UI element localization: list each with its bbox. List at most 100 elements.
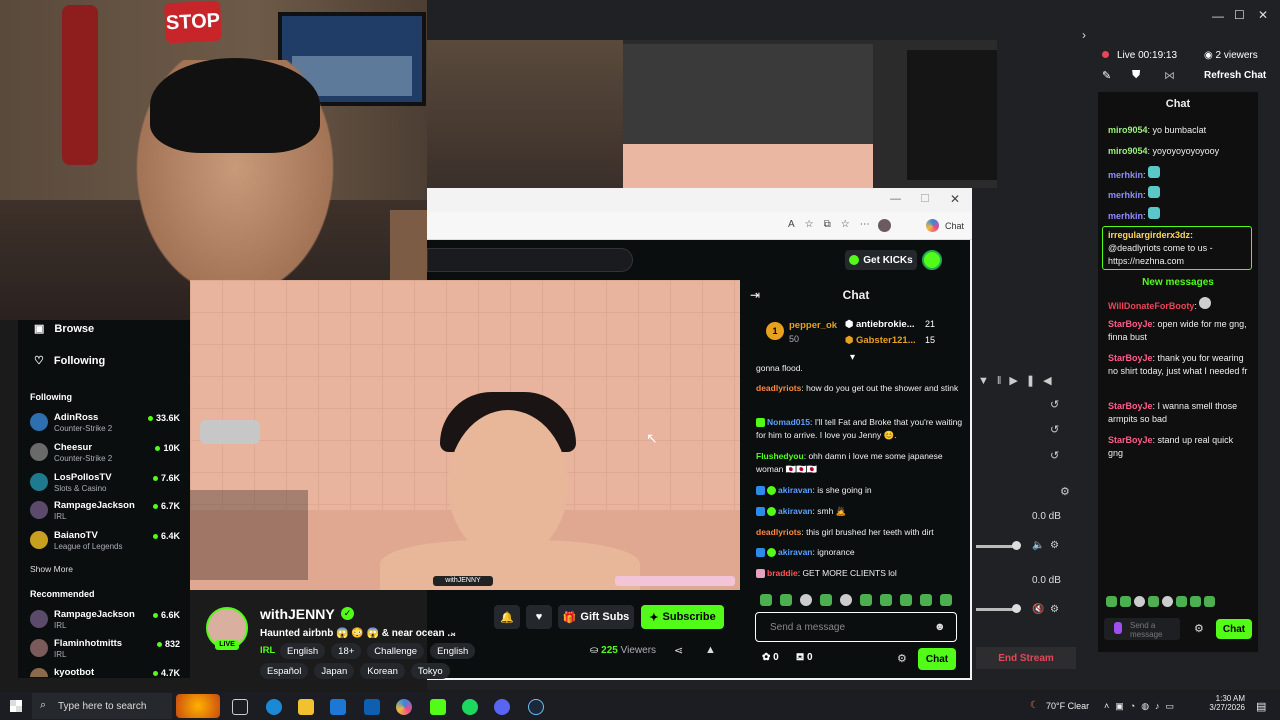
discord-icon[interactable] bbox=[494, 699, 510, 715]
channel-row[interactable]: kyootbot 4.7K bbox=[30, 665, 190, 677]
copilot-icon[interactable] bbox=[926, 219, 939, 232]
mute-icon[interactable]: 🔇 bbox=[1032, 604, 1044, 615]
gift-subs-button[interactable]: 🎁 Gift Subs bbox=[558, 605, 634, 629]
minimize-icon[interactable]: — bbox=[1212, 9, 1224, 23]
tag[interactable]: English bbox=[280, 643, 326, 659]
minimize-icon[interactable]: — bbox=[890, 193, 901, 205]
show-more-link[interactable]: Show More bbox=[30, 564, 73, 574]
users-icon[interactable]: ⛊ bbox=[1132, 69, 1140, 82]
chevron-right-icon[interactable]: › bbox=[1082, 28, 1086, 42]
maximize-icon[interactable]: ☐ bbox=[1234, 8, 1245, 22]
volume-knob[interactable] bbox=[1012, 604, 1021, 613]
gear-icon[interactable]: ⚙ bbox=[1060, 485, 1070, 498]
volume-knob[interactable] bbox=[1012, 541, 1021, 550]
file-explorer-icon[interactable] bbox=[298, 699, 314, 715]
channel-row[interactable]: LosPollosTV Slots & Casino 7.6K bbox=[30, 470, 190, 496]
weather-text[interactable]: 70°F Clear bbox=[1046, 701, 1089, 711]
search-highlight-icon[interactable] bbox=[176, 694, 220, 718]
tray-icons[interactable]: ˄▣◔◍♪▭ bbox=[1104, 701, 1180, 712]
video-progress-bar bbox=[615, 576, 735, 586]
pencil-icon[interactable]: ✎ bbox=[1102, 69, 1111, 82]
avatar bbox=[30, 639, 48, 657]
viewers-label: 2 viewers bbox=[1215, 50, 1258, 61]
store-icon[interactable] bbox=[330, 699, 346, 715]
close-icon[interactable]: ✕ bbox=[1258, 8, 1268, 22]
leaderboard-user[interactable]: ⬢ Gabster121... bbox=[845, 335, 916, 346]
refresh-icon[interactable]: ↺ bbox=[1050, 398, 1059, 411]
chat-send-button[interactable]: Chat bbox=[918, 648, 956, 670]
obs-msg: WillDonateForBooty: bbox=[1108, 297, 1219, 313]
channel-row[interactable]: RampageJackson IRL 6.7K bbox=[30, 498, 190, 524]
gear-icon[interactable]: ⚙ bbox=[1050, 604, 1059, 615]
channel-row[interactable]: RampageJackson IRL 6.6K bbox=[30, 607, 190, 633]
tag[interactable]: Challenge bbox=[367, 643, 425, 659]
share-icon[interactable]: ⋖ bbox=[674, 644, 683, 657]
obs-emote-bar[interactable] bbox=[1106, 596, 1250, 608]
steam-icon[interactable] bbox=[528, 699, 544, 715]
tag[interactable]: Tokyo bbox=[410, 663, 450, 679]
user-avatar[interactable] bbox=[922, 250, 942, 270]
refresh-icon[interactable]: ↺ bbox=[1050, 449, 1059, 462]
chat-message: deadlyriots: how do you get out the show… bbox=[756, 383, 959, 393]
chevron-down-icon[interactable]: ⌄ bbox=[449, 627, 457, 638]
get-kicks-button[interactable]: Get KICKs bbox=[845, 250, 917, 270]
tag[interactable]: Japan bbox=[314, 663, 355, 679]
taskbar-search-placeholder: Type here to search bbox=[58, 701, 147, 712]
clock[interactable]: 1:30 AM 3/27/2026 bbox=[1205, 694, 1245, 712]
emote-icon bbox=[1148, 207, 1161, 219]
emote-bar[interactable] bbox=[760, 594, 960, 606]
live-badge: LIVE bbox=[215, 640, 239, 650]
gear-icon[interactable]: ⚙ bbox=[1194, 622, 1204, 635]
category-link[interactable]: IRL bbox=[260, 645, 275, 656]
windows-start-icon[interactable] bbox=[10, 700, 22, 712]
refresh-icon[interactable]: ↺ bbox=[1050, 423, 1059, 436]
streamer-name[interactable]: withJENNY bbox=[260, 606, 335, 622]
channel-row[interactable]: AdinRoss Counter-Strike 2 33.6K bbox=[30, 410, 190, 436]
spotify-icon[interactable] bbox=[462, 699, 478, 715]
kick-app-icon[interactable] bbox=[430, 699, 446, 715]
profile-avatar[interactable] bbox=[878, 219, 891, 232]
sub-badge-icon bbox=[756, 486, 765, 496]
chat-message: braddie: GET MORE CLIENTS lol bbox=[756, 567, 964, 580]
media-controls[interactable]: ▼‖▶❚◀ bbox=[978, 374, 1060, 387]
obs-msg: StarBoyJe: open wide for me gng, finna b… bbox=[1108, 319, 1247, 342]
leaderboard-user[interactable]: ⬢ antiebrokie... bbox=[845, 319, 915, 330]
chat-input[interactable]: Send a message bbox=[755, 612, 957, 642]
search-input[interactable] bbox=[427, 248, 633, 272]
edge-icon[interactable] bbox=[266, 699, 282, 715]
leaderboard-user[interactable]: pepper_ok bbox=[789, 320, 837, 331]
maximize-icon[interactable]: ☐ bbox=[920, 192, 930, 205]
speaker-icon[interactable]: 🔈 bbox=[1032, 540, 1044, 551]
end-stream-button[interactable]: End Stream bbox=[976, 647, 1076, 669]
close-icon[interactable]: ✕ bbox=[950, 192, 960, 206]
subscribe-button[interactable]: ✦ Subscribe bbox=[641, 605, 724, 629]
obs-chat-button[interactable]: Chat bbox=[1216, 619, 1252, 639]
gear-icon[interactable]: ⚙ bbox=[897, 652, 907, 665]
highlight-user: irregulargirderx3dz: bbox=[1108, 230, 1194, 240]
tag[interactable]: Korean bbox=[360, 663, 405, 679]
task-view-icon[interactable] bbox=[232, 699, 248, 715]
stream-title: Haunted airbnb 😱 😳 😱 & near ocean ... bbox=[260, 628, 456, 639]
sub-badge-icon bbox=[756, 507, 765, 517]
tag[interactable]: 18+ bbox=[331, 643, 362, 659]
channel-row[interactable]: BaianoTV League of Legends 6.4K bbox=[30, 528, 190, 554]
browser-chat-button[interactable]: Chat bbox=[945, 221, 964, 231]
mail-icon[interactable] bbox=[364, 699, 380, 715]
channel-row[interactable]: Cheesur Counter-Strike 2 10K bbox=[30, 440, 190, 466]
mic-icon[interactable] bbox=[1114, 622, 1122, 634]
nav-following[interactable]: ♡ Following bbox=[34, 354, 105, 368]
refresh-chat-button[interactable]: Refresh Chat bbox=[1204, 70, 1266, 81]
report-icon[interactable]: ▲ bbox=[705, 644, 716, 656]
gear-icon[interactable]: ⚙ bbox=[1050, 540, 1059, 551]
channel-row[interactable]: Flaminhotmitts IRL 832 bbox=[30, 636, 190, 662]
tag[interactable]: Español bbox=[260, 663, 309, 679]
heart-icon[interactable]: ♥ bbox=[526, 605, 552, 629]
bell-icon[interactable]: 🔔 bbox=[494, 605, 520, 629]
copilot-icon[interactable] bbox=[396, 699, 412, 715]
notifications-icon[interactable]: ▤ bbox=[1256, 700, 1266, 713]
tag[interactable]: English bbox=[430, 643, 476, 659]
share-icon[interactable]: ⋈ bbox=[1164, 69, 1175, 82]
emoji-icon[interactable]: ☻ bbox=[934, 621, 946, 633]
nav-browse[interactable]: ▣ Browse bbox=[34, 322, 94, 336]
browser-toolbar-icons[interactable]: A☆⧉☆⋯ bbox=[788, 219, 880, 230]
